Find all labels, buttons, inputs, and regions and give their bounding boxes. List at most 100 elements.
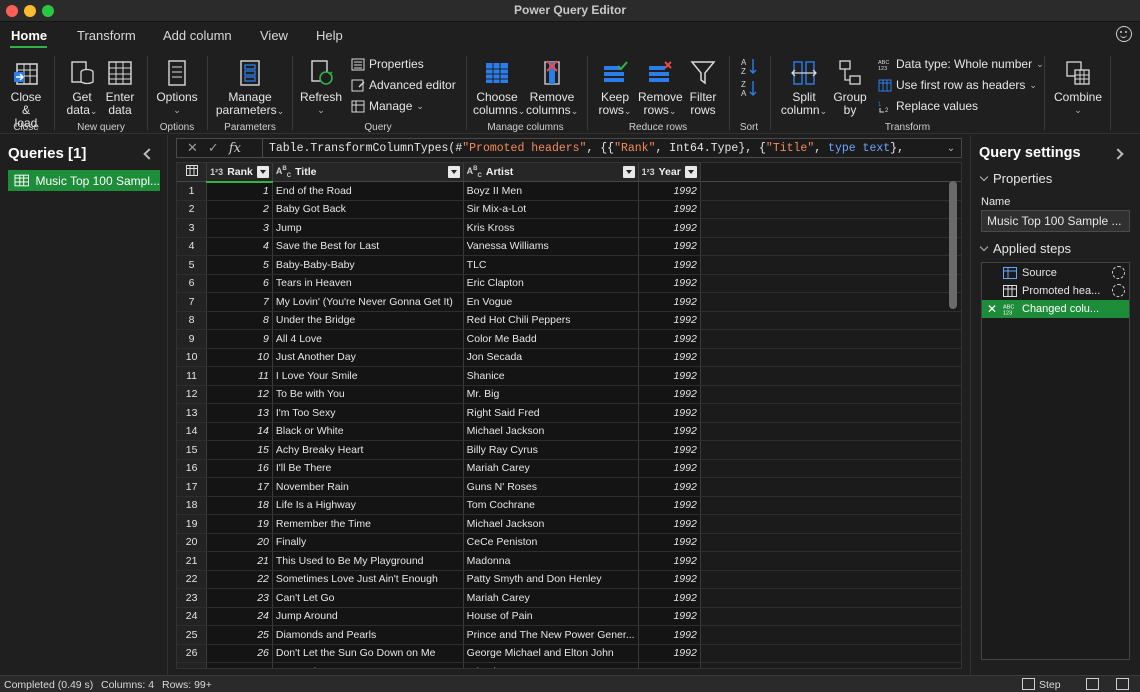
table-row[interactable]: 15 15 Achy Breaky Heart Billy Ray Cyrus 1992: [177, 440, 961, 460]
cell-artist[interactable]: Sir Mix-a-Lot: [463, 200, 639, 219]
cell-rank[interactable]: 5: [206, 255, 273, 275]
cell-year[interactable]: 1992: [638, 588, 701, 608]
row-number[interactable]: 22: [177, 570, 208, 589]
cell-title[interactable]: This Used to Be My Playground: [272, 551, 464, 571]
cell-title[interactable]: Masterpiece: [272, 662, 464, 668]
table-row[interactable]: 20 20 Finally CeCe Peniston 1992: [177, 533, 961, 552]
cell-rank[interactable]: 26: [206, 644, 273, 663]
row-number[interactable]: 26: [177, 644, 208, 663]
cell-rank[interactable]: 18: [206, 496, 273, 515]
column-filter-icon[interactable]: [684, 166, 697, 178]
tab-home[interactable]: Home: [11, 28, 47, 43]
table-row[interactable]: 24 24 Jump Around House of Pain 1992: [177, 607, 961, 626]
cell-title[interactable]: Just Another Day: [272, 348, 464, 367]
cell-artist[interactable]: Billy Ray Cyrus: [463, 440, 639, 460]
cell-title[interactable]: Achy Breaky Heart: [272, 440, 464, 460]
collapse-settings-icon[interactable]: [1112, 148, 1124, 160]
delete-step-icon[interactable]: ✕: [987, 302, 997, 316]
cell-year[interactable]: 1992: [638, 496, 701, 515]
cell-rank[interactable]: 10: [206, 348, 273, 367]
cell-rank[interactable]: 15: [206, 440, 273, 460]
cell-artist[interactable]: Vanessa Williams: [463, 237, 639, 256]
cell-artist[interactable]: George Michael and Elton John: [463, 644, 639, 663]
column-header-artist[interactable]: ABC Artist: [463, 163, 639, 182]
cell-artist[interactable]: Jon Secada: [463, 348, 639, 367]
cell-year[interactable]: 1992: [638, 459, 701, 478]
cell-year[interactable]: 1992: [638, 514, 701, 534]
cell-title[interactable]: Sometimes Love Just Ain't Enough: [272, 570, 464, 589]
cell-rank[interactable]: 24: [206, 607, 273, 626]
sort-descending-button[interactable]: Z A: [737, 78, 761, 101]
cell-year[interactable]: 1992: [638, 181, 701, 201]
row-number[interactable]: 8: [177, 311, 208, 330]
row-number[interactable]: 1: [177, 181, 208, 201]
row-number[interactable]: 27: [177, 662, 208, 668]
cell-title[interactable]: Jump Around: [272, 607, 464, 626]
cell-rank[interactable]: 25: [206, 625, 273, 645]
tab-add-column[interactable]: Add column: [163, 28, 232, 43]
cell-year[interactable]: 1992: [638, 570, 701, 589]
table-row[interactable]: 17 17 November Rain Guns N' Roses 1992: [177, 477, 961, 497]
formula-input[interactable]: Table.TransformColumnTypes(#"Promoted he…: [263, 142, 941, 155]
row-number[interactable]: 5: [177, 255, 208, 275]
cell-artist[interactable]: Patty Smyth and Don Henley: [463, 570, 639, 589]
row-number[interactable]: 19: [177, 514, 208, 534]
cell-year[interactable]: 1992: [638, 385, 701, 404]
table-row[interactable]: 9 9 All 4 Love Color Me Badd 1992: [177, 329, 961, 349]
cell-title[interactable]: Don't Let the Sun Go Down on Me: [272, 644, 464, 663]
cell-title[interactable]: Black or White: [272, 422, 464, 441]
row-number[interactable]: 2: [177, 200, 208, 219]
row-number[interactable]: 15: [177, 440, 208, 460]
row-number[interactable]: 3: [177, 218, 208, 238]
vertical-scrollbar[interactable]: [949, 181, 957, 309]
cell-year[interactable]: 1992: [638, 607, 701, 626]
cell-year[interactable]: 1992: [638, 625, 701, 645]
cell-artist[interactable]: Michael Jackson: [463, 422, 639, 441]
table-row[interactable]: 3 3 Jump Kris Kross 1992: [177, 218, 961, 238]
cell-title[interactable]: Jump: [272, 218, 464, 238]
feedback-smiley-icon[interactable]: [1116, 26, 1132, 42]
cell-artist[interactable]: Right Said Fred: [463, 403, 639, 423]
first-row-headers-button[interactable]: Use first row as headers ⌄: [878, 78, 1037, 92]
row-number[interactable]: 6: [177, 274, 208, 293]
cell-title[interactable]: All 4 Love: [272, 329, 464, 349]
row-number[interactable]: 20: [177, 533, 208, 552]
data-type-dropdown[interactable]: ABC 123 Data type: Whole number ⌄: [878, 57, 1044, 71]
text-type-icon[interactable]: ABC: [276, 166, 291, 179]
table-row[interactable]: 1 1 End of the Road Boyz II Men 1992: [177, 181, 961, 201]
cell-artist[interactable]: Michael Jackson: [463, 514, 639, 534]
cell-rank[interactable]: 27: [206, 662, 273, 668]
table-row[interactable]: 7 7 My Lovin' (You're Never Gonna Get It) E…: [177, 292, 961, 312]
commit-formula-icon[interactable]: ✓: [208, 140, 219, 156]
filter-rows-button[interactable]: Filter rows: [684, 58, 722, 117]
row-number[interactable]: 12: [177, 385, 208, 404]
table-row[interactable]: 18 18 Life Is a Highway Tom Cochrane 1992: [177, 496, 961, 515]
cell-title[interactable]: Baby Got Back: [272, 200, 464, 219]
table-row[interactable]: 19 19 Remember the Time Michael Jackson 1992: [177, 514, 961, 534]
cell-artist[interactable]: CeCe Peniston: [463, 533, 639, 552]
cell-title[interactable]: Can't Let Go: [272, 588, 464, 608]
cell-artist[interactable]: En Vogue: [463, 292, 639, 312]
cell-title[interactable]: I'll Be There: [272, 459, 464, 478]
cell-rank[interactable]: 6: [206, 274, 273, 293]
table-row[interactable]: 5 5 Baby-Baby-Baby TLC 1992: [177, 255, 961, 275]
whole-number-type-icon[interactable]: 1²3: [642, 167, 655, 177]
advanced-editor-button[interactable]: Advanced editor: [351, 78, 456, 92]
remove-rows-button[interactable]: Remove rows⌄: [638, 58, 683, 118]
cell-rank[interactable]: 3: [206, 218, 273, 238]
cell-rank[interactable]: 17: [206, 477, 273, 497]
cell-year[interactable]: 1992: [638, 644, 701, 663]
sort-ascending-button[interactable]: A Z: [737, 56, 761, 79]
row-number[interactable]: 21: [177, 551, 208, 571]
cell-rank[interactable]: 9: [206, 329, 273, 349]
cell-year[interactable]: 1992: [638, 440, 701, 460]
properties-section-toggle[interactable]: Properties: [979, 171, 1052, 186]
row-number[interactable]: 23: [177, 588, 208, 608]
cell-artist[interactable]: Prince and The New Power Gener...: [463, 625, 639, 645]
cell-artist[interactable]: Shanice: [463, 366, 639, 386]
column-header-rank[interactable]: 1²3 Rank: [206, 163, 273, 183]
cell-artist[interactable]: Mr. Big: [463, 385, 639, 404]
status-step-label[interactable]: Step: [1039, 679, 1061, 691]
split-column-button[interactable]: Split column⌄: [780, 58, 828, 118]
cell-rank[interactable]: 8: [206, 311, 273, 330]
